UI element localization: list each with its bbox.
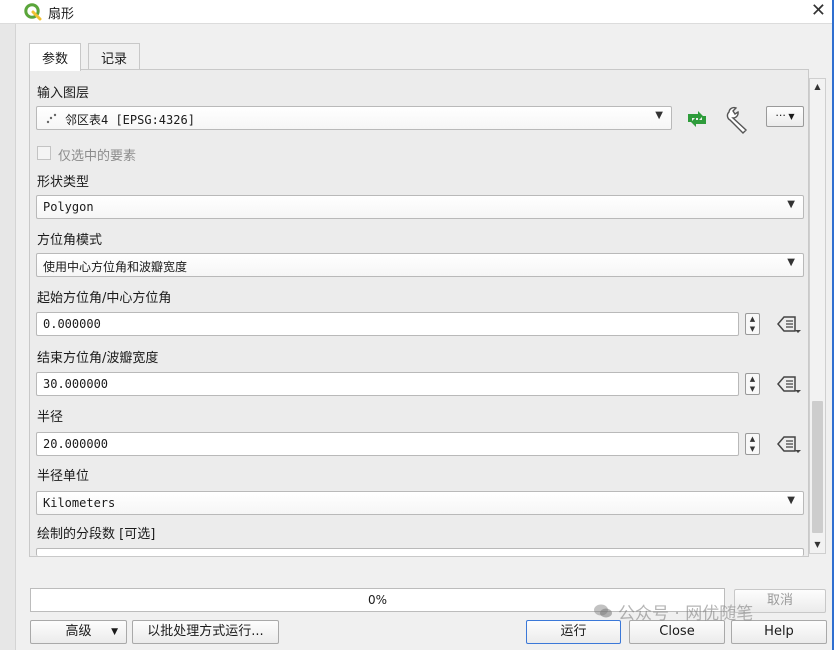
segments-input[interactable]: [36, 548, 804, 556]
end-azimuth-label: 结束方位角/波瓣宽度: [37, 351, 159, 366]
tab-log[interactable]: 记录: [88, 43, 141, 69]
chevron-down-icon: ▼: [785, 112, 795, 121]
wechat-icon: [594, 604, 612, 618]
start-azimuth-spinner[interactable]: ▲ ▼: [745, 313, 760, 335]
azimuth-mode-label: 方位角模式: [37, 233, 103, 248]
scroll-up-icon[interactable]: ▲: [810, 79, 825, 95]
input-layer-value: 邻区表4 [EPSG:4326]: [65, 113, 195, 127]
radius-unit-value: Kilometers: [43, 496, 116, 510]
shape-type-combo[interactable]: Polygon ▼: [36, 195, 804, 219]
tab-parameters[interactable]: 参数: [29, 43, 82, 71]
radius-unit-combo[interactable]: Kilometers ▼: [36, 491, 804, 515]
scroll-down-icon[interactable]: ▼: [810, 537, 825, 553]
radius-spinner[interactable]: ▲ ▼: [745, 433, 760, 455]
chevron-down-icon: ▼: [655, 110, 663, 121]
close-icon[interactable]: ✕: [811, 0, 826, 21]
radius-label: 半径: [37, 410, 64, 425]
run-button[interactable]: 运行: [526, 620, 621, 644]
chevron-down-icon: ▼: [787, 257, 795, 268]
chevron-down-icon: ▼: [111, 627, 118, 637]
wrench-icon[interactable]: [723, 104, 757, 134]
ellipsis-label: ···: [775, 109, 786, 122]
input-layer-label: 输入图层: [37, 86, 90, 101]
advanced-label: 高级: [65, 624, 92, 639]
input-layer-combo[interactable]: 邻区表4 [EPSG:4326] ▼: [36, 106, 672, 130]
start-azimuth-label: 起始方位角/中心方位角: [37, 291, 172, 306]
batch-process-button[interactable]: 以批处理方式运行...: [132, 620, 279, 644]
shape-type-label: 形状类型: [37, 175, 90, 190]
data-defined-override-icon[interactable]: [775, 314, 801, 334]
parameters-scrollbar[interactable]: ▲ ▼: [809, 78, 826, 554]
window-left-frame: [0, 24, 16, 650]
azimuth-mode-value: 使用中心方位角和波瓣宽度: [43, 260, 188, 274]
end-azimuth-spinner[interactable]: ▲ ▼: [745, 373, 760, 395]
progress-text: 0%: [367, 593, 388, 607]
end-azimuth-input[interactable]: 30.000000: [36, 372, 739, 396]
qgis-logo-icon: [24, 3, 42, 21]
radius-input[interactable]: 20.000000: [36, 432, 739, 456]
more-options-button[interactable]: ··· ▼: [766, 106, 804, 127]
selected-features-only-label: 仅选中的要素: [58, 149, 137, 164]
selected-features-only-checkbox[interactable]: [37, 146, 51, 160]
data-defined-override-icon[interactable]: [775, 374, 801, 394]
point-layer-icon: [46, 113, 57, 124]
data-defined-override-icon[interactable]: [775, 434, 801, 454]
watermark-text: 公众号 · 网优随笔: [618, 604, 754, 624]
advanced-button[interactable]: 高级 ▼: [30, 620, 127, 644]
segments-label: 绘制的分段数 [可选]: [37, 527, 156, 542]
start-azimuth-input[interactable]: 0.000000: [36, 312, 739, 336]
window-title: 扇形: [48, 7, 75, 22]
scrollbar-thumb[interactable]: [812, 401, 823, 533]
iterate-over-features-icon[interactable]: [683, 108, 711, 130]
shape-type-value: Polygon: [43, 200, 94, 214]
azimuth-mode-combo[interactable]: 使用中心方位角和波瓣宽度 ▼: [36, 253, 804, 277]
radius-unit-label: 半径单位: [37, 469, 90, 484]
chevron-down-icon: ▼: [787, 495, 795, 506]
chevron-down-icon: ▼: [787, 199, 795, 210]
title-bar: 扇形 ✕: [0, 0, 834, 24]
